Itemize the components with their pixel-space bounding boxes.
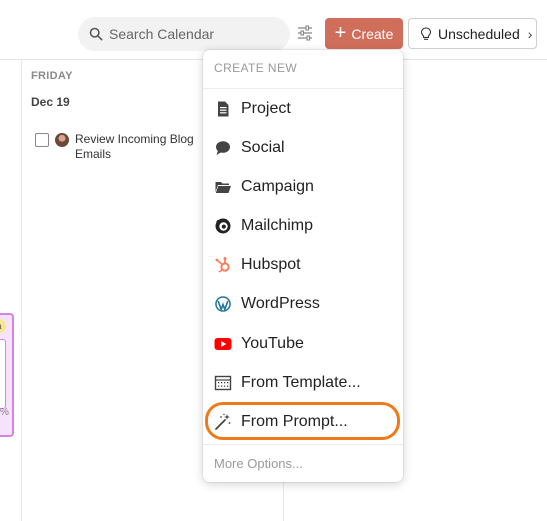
day-date: Dec 19	[31, 95, 70, 109]
menu-item-label: Hubspot	[241, 256, 301, 273]
template-icon	[214, 374, 232, 392]
search-icon	[89, 27, 103, 41]
search-box[interactable]	[78, 17, 290, 51]
day-name: FRIDAY	[31, 70, 73, 82]
menu-item-label: WordPress	[241, 295, 320, 312]
document-icon	[214, 100, 232, 118]
menu-item-from-prompt[interactable]: From Prompt...	[203, 404, 403, 440]
menu-divider	[203, 444, 403, 445]
calendar-column-divider	[21, 60, 22, 521]
hubspot-icon	[214, 256, 232, 274]
menu-header: CREATE NEW	[214, 61, 298, 75]
create-button[interactable]: + Create	[325, 18, 403, 49]
menu-item-hubspot[interactable]: Hubspot	[203, 247, 403, 283]
menu-item-label: Campaign	[241, 178, 314, 195]
search-input[interactable]	[109, 26, 279, 42]
youtube-icon	[214, 335, 232, 353]
chevron-right-icon: ›	[527, 25, 533, 42]
menu-item-from-template[interactable]: From Template...	[203, 365, 403, 401]
create-new-menu: CREATE NEW Project Social Campaign Mailc…	[203, 50, 403, 482]
menu-divider	[203, 88, 403, 89]
unscheduled-button-label: Unscheduled	[438, 25, 520, 42]
menu-item-label: Project	[241, 100, 291, 117]
event-card-inner	[0, 339, 6, 409]
menu-item-label: YouTube	[241, 335, 304, 352]
event-badge: a	[0, 319, 6, 333]
create-button-label: Create	[351, 25, 394, 42]
menu-item-wordpress[interactable]: WordPress	[203, 286, 403, 322]
menu-item-label: Mailchimp	[241, 217, 314, 234]
task-checkbox[interactable]	[35, 133, 49, 147]
calendar-task[interactable]: Review Incoming Blog Emails	[35, 132, 215, 162]
menu-item-youtube[interactable]: YouTube	[203, 326, 403, 362]
menu-item-label: Social	[241, 139, 285, 156]
menu-item-label: From Prompt...	[241, 413, 348, 430]
speech-bubble-icon	[214, 139, 232, 157]
filter-sliders-icon[interactable]	[296, 24, 314, 42]
menu-item-social[interactable]: Social	[203, 130, 403, 166]
unscheduled-button[interactable]: Unscheduled ›	[408, 18, 537, 49]
event-card-text: %	[0, 407, 9, 418]
magic-wand-icon	[214, 413, 232, 431]
lightbulb-icon	[420, 26, 432, 40]
menu-item-mailchimp[interactable]: Mailchimp	[203, 208, 403, 244]
menu-item-project[interactable]: Project	[203, 91, 403, 127]
menu-item-label: From Template...	[241, 374, 361, 391]
more-options-link[interactable]: More Options...	[214, 456, 303, 471]
wordpress-icon	[214, 295, 232, 313]
folder-icon	[214, 178, 232, 196]
avatar	[55, 133, 69, 147]
mailchimp-icon	[214, 217, 232, 235]
menu-item-campaign[interactable]: Campaign	[203, 169, 403, 205]
plus-icon: +	[334, 21, 347, 44]
calendar-event-card[interactable]: a %	[0, 313, 14, 437]
task-title: Review Incoming Blog Emails	[75, 132, 194, 161]
